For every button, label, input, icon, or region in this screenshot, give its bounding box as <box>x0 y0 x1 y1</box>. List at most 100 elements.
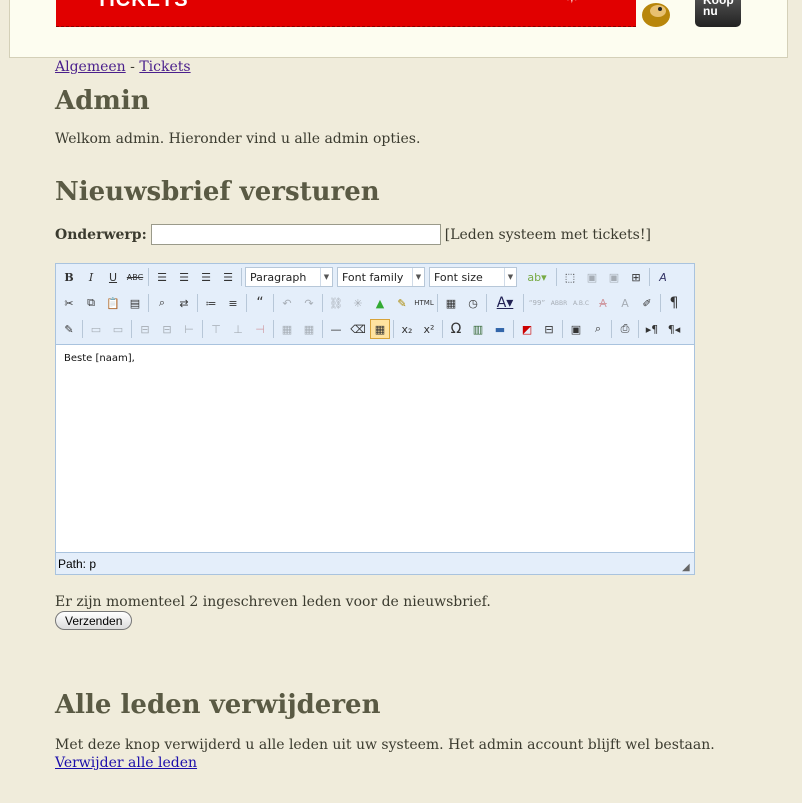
editor-content-area[interactable]: Beste [naam], <box>56 344 694 553</box>
omega-icon[interactable]: Ω <box>446 319 466 339</box>
attributes-icon[interactable]: ✐ <box>637 293 657 313</box>
toolbar-separator <box>322 294 323 312</box>
text-color-icon[interactable]: A▾ <box>490 293 520 313</box>
abbr-icon[interactable]: ABBR <box>549 293 569 313</box>
row-after-icon[interactable]: ⊥ <box>228 319 248 339</box>
breadcrumb-algemeen[interactable]: Algemeen <box>55 59 126 75</box>
underline-icon[interactable]: U <box>103 267 123 287</box>
col-icon[interactable]: ⊢ <box>179 319 199 339</box>
font-family-select-value: Font family <box>342 270 404 284</box>
unlink-icon[interactable]: ✳ <box>348 293 368 313</box>
preview-icon[interactable]: ⌕ <box>588 319 608 339</box>
media-icon[interactable]: ▥ <box>468 319 488 339</box>
admin-welcome-text: Welkom admin. Hieronder vind u alle admi… <box>55 131 421 147</box>
editor-path: Path: p <box>58 557 97 571</box>
toolbar-separator <box>273 294 274 312</box>
bold-icon[interactable]: B <box>59 267 79 287</box>
fullscreen-icon[interactable]: ▣ <box>566 319 586 339</box>
delete-row-icon[interactable]: ⊣ <box>250 319 270 339</box>
edit-icon[interactable]: ✎ <box>59 319 79 339</box>
subscript-icon[interactable]: x₂ <box>397 319 417 339</box>
ticket-banner[interactable]: TICKETS ✶ <box>56 0 636 27</box>
paste-text-icon[interactable]: ▤ <box>125 293 145 313</box>
blockquote-icon[interactable]: “ <box>250 293 270 313</box>
numbered-list-icon[interactable]: ≡ <box>223 293 243 313</box>
subject-hint: [Leden systeem met tickets!] <box>444 226 651 243</box>
format-select[interactable]: Paragraph ▼ <box>245 267 333 287</box>
table-props-icon[interactable]: ▭ <box>108 319 128 339</box>
acronym-icon[interactable]: A.B.C <box>571 293 591 313</box>
align-right-icon[interactable]: ☰ <box>196 267 216 287</box>
replace-icon[interactable]: ⇄ <box>174 293 194 313</box>
subject-row: Onderwerp: [Leden systeem met tickets!] <box>55 224 651 245</box>
delete-all-members-link[interactable]: Verwijder alle leden <box>55 755 197 771</box>
html-icon[interactable]: HTML <box>414 293 434 313</box>
italic-icon[interactable]: I <box>81 267 101 287</box>
align-left-icon[interactable]: ☰ <box>152 267 172 287</box>
subject-label: Onderwerp: <box>55 226 147 243</box>
show-blocks-icon[interactable]: ¶ <box>664 293 684 313</box>
styles-icon[interactable]: A <box>653 267 673 287</box>
superscript-icon[interactable]: x² <box>419 319 439 339</box>
toolbar-separator <box>148 294 149 312</box>
font-size-select[interactable]: Font size ▼ <box>429 267 517 287</box>
select-area-icon[interactable]: ⬚ <box>560 267 580 287</box>
send-button[interactable]: Verzenden <box>55 611 133 630</box>
format-select-value: Paragraph <box>250 270 307 284</box>
highlight-color-icon[interactable]: ab▾ <box>521 267 553 287</box>
insert-date-icon[interactable]: ▦ <box>441 293 461 313</box>
toolbar-separator <box>442 320 443 338</box>
table-row-icon[interactable]: ▭ <box>86 319 106 339</box>
bullet-list-icon[interactable]: ≔ <box>201 293 221 313</box>
toolbar-separator <box>562 320 563 338</box>
link-icon[interactable]: ⛓ <box>326 293 346 313</box>
print-preview-icon[interactable]: ◩ <box>517 319 537 339</box>
page-break-icon[interactable]: ⊟ <box>539 319 559 339</box>
cite-icon[interactable]: “99” <box>527 293 547 313</box>
row-before-icon[interactable]: ⊤ <box>206 319 226 339</box>
resize-handle-icon[interactable]: ◢ <box>682 563 692 573</box>
admin-title: Admin <box>55 86 150 116</box>
rtl-icon[interactable]: ¶◂ <box>664 319 684 339</box>
strikethrough-icon[interactable]: ABC <box>125 267 145 287</box>
font-family-select[interactable]: Font family ▼ <box>337 267 425 287</box>
align-justify-icon[interactable]: ☰ <box>218 267 238 287</box>
toolbar-row-2: ✂ ⧉ 📋 ▤ ⌕ ⇄ ≔ ≡ “ ↶ ↷ ⛓ ✳ ▲ ✎ HTML ▦ ◷ A… <box>59 291 686 315</box>
del-icon[interactable]: A <box>593 293 613 313</box>
split-icon[interactable]: ⊟ <box>157 319 177 339</box>
toolbar-separator <box>202 320 203 338</box>
star-icon: ✶ <box>566 0 578 7</box>
cut-icon[interactable]: ✂ <box>59 293 79 313</box>
toolbar-separator <box>246 294 247 312</box>
subject-input[interactable] <box>150 224 441 245</box>
advhr-icon[interactable]: ▬ <box>490 319 510 339</box>
print-icon[interactable]: ⎙ <box>615 319 635 339</box>
undo-icon[interactable]: ↶ <box>277 293 297 313</box>
layer2-icon[interactable]: ▣ <box>604 267 624 287</box>
visual-aid-icon[interactable]: ▦ <box>370 319 390 339</box>
toolbar-separator <box>486 294 487 312</box>
toolbar-separator <box>322 320 323 338</box>
ins-icon[interactable]: A <box>615 293 635 313</box>
image-icon[interactable]: ▲ <box>370 293 390 313</box>
layer-icon[interactable]: ▣ <box>582 267 602 287</box>
cleanup-icon[interactable]: ✎ <box>392 293 412 313</box>
find-icon[interactable]: ⌕ <box>152 293 172 313</box>
horizontal-rule-icon[interactable]: — <box>326 319 346 339</box>
merge-icon[interactable]: ⊟ <box>135 319 155 339</box>
eraser-icon[interactable]: ⌫ <box>348 319 368 339</box>
ltr-icon[interactable]: ▸¶ <box>642 319 662 339</box>
toolbar-separator <box>273 320 274 338</box>
copy-icon[interactable]: ⧉ <box>81 293 101 313</box>
insert-layer-icon[interactable]: ⊞ <box>626 267 646 287</box>
redo-icon[interactable]: ↷ <box>299 293 319 313</box>
chevron-down-icon: ▼ <box>320 268 332 286</box>
insert-time-icon[interactable]: ◷ <box>463 293 483 313</box>
toolbar-separator <box>523 294 524 312</box>
delete-cell-icon[interactable]: ▦ <box>299 319 319 339</box>
paste-icon[interactable]: 📋 <box>103 293 123 313</box>
align-center-icon[interactable]: ☰ <box>174 267 194 287</box>
insert-cell-icon[interactable]: ▦ <box>277 319 297 339</box>
breadcrumb-tickets[interactable]: Tickets <box>139 59 190 75</box>
buy-now-button[interactable]: Koop nu <box>695 0 741 27</box>
